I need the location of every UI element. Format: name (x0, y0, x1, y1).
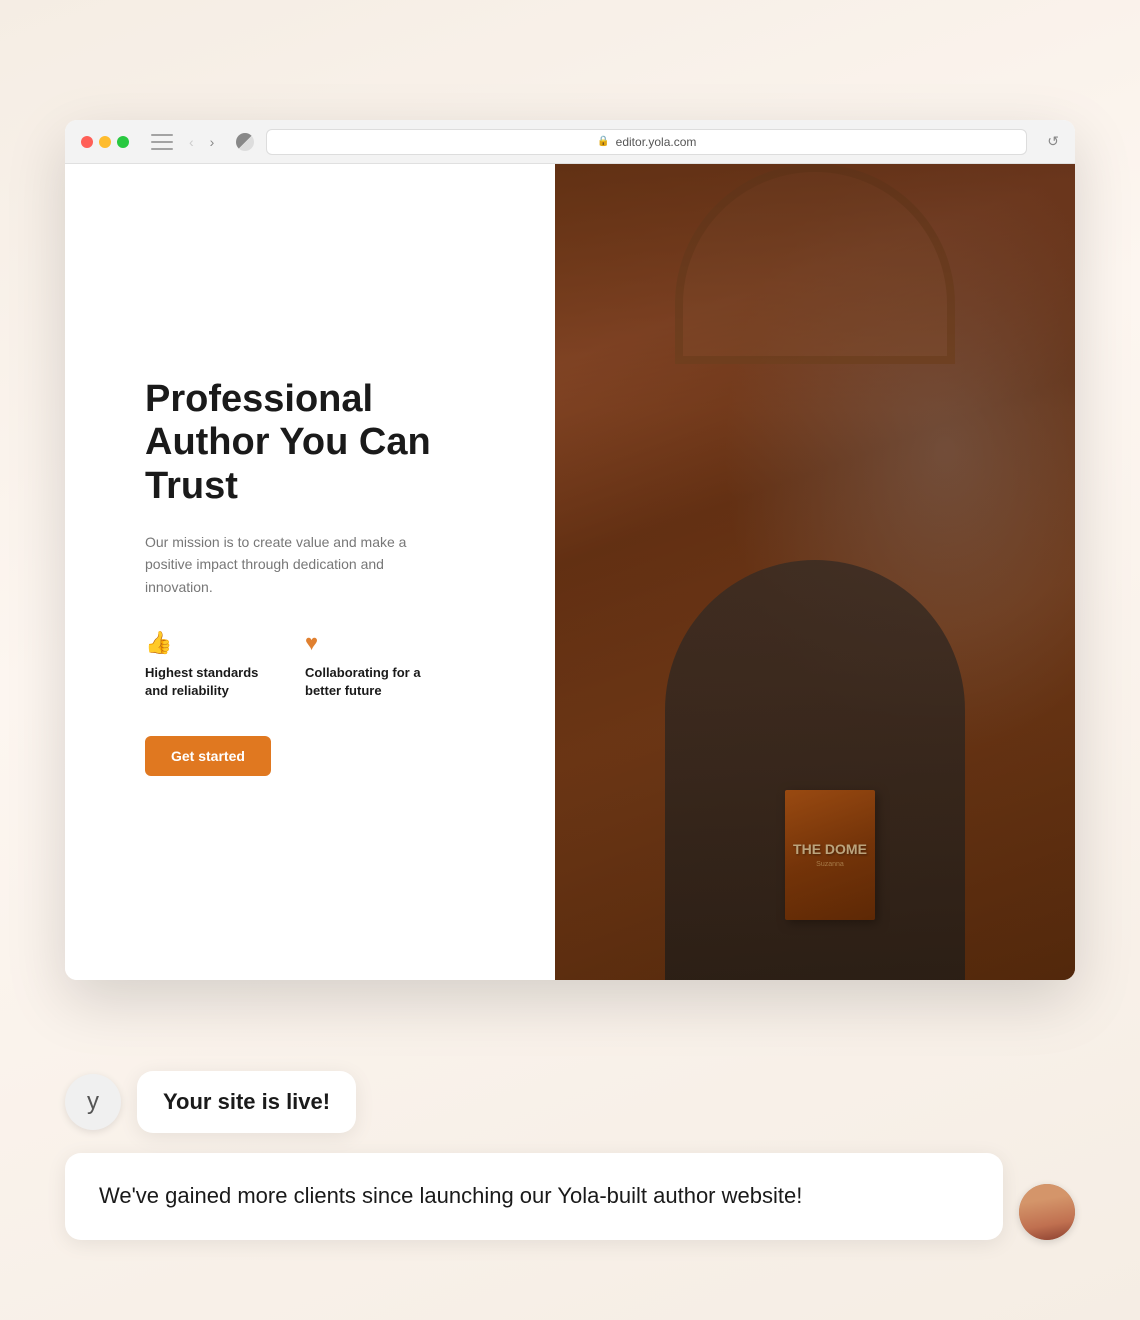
browser-content: Professional Author You Can Trust Our mi… (65, 164, 1075, 980)
testimonial-bubble: We've gained more clients since launchin… (65, 1153, 1003, 1240)
browser-window: ‹ › 🔒 editor.yola.com ↺ Professional Aut… (65, 120, 1075, 980)
left-panel: Professional Author You Can Trust Our mi… (65, 164, 555, 980)
chat-area: y Your site is live! We've gained more c… (65, 1071, 1075, 1240)
browser-toolbar: ‹ › 🔒 editor.yola.com ↺ (65, 120, 1075, 164)
feature-item-2: ♥ Collaborating for a better future (305, 630, 435, 700)
url-text: editor.yola.com (616, 135, 697, 149)
feature-2-label: Collaborating for a better future (305, 664, 435, 700)
user-avatar-face (1019, 1184, 1075, 1240)
thumbs-up-icon: 👍 (145, 630, 275, 656)
photo-scene: THE DOME Suzanna (555, 164, 1075, 980)
testimonial-row: We've gained more clients since launchin… (65, 1153, 1075, 1240)
right-panel: THE DOME Suzanna (555, 164, 1075, 980)
notification-bubble: Your site is live! (137, 1071, 356, 1133)
lock-icon: 🔒 (597, 136, 609, 147)
notification-row: y Your site is live! (65, 1071, 1075, 1133)
hero-title: Professional Author You Can Trust (145, 378, 505, 509)
address-bar[interactable]: 🔒 editor.yola.com (266, 129, 1027, 155)
browser-nav: ‹ › (185, 132, 218, 152)
user-avatar (1019, 1184, 1075, 1240)
notification-text: Your site is live! (163, 1089, 330, 1114)
yola-avatar: y (65, 1074, 121, 1130)
feature-1-label: Highest standards and reliability (145, 664, 275, 700)
brightness-icon (236, 133, 254, 151)
reload-icon[interactable]: ↺ (1047, 133, 1059, 150)
hero-subtitle: Our mission is to create value and make … (145, 531, 425, 598)
yola-letter: y (87, 1088, 99, 1116)
traffic-lights (81, 136, 129, 148)
testimonial-text: We've gained more clients since launchin… (99, 1183, 802, 1208)
get-started-button[interactable]: Get started (145, 736, 271, 776)
close-button[interactable] (81, 136, 93, 148)
heart-icon: ♥ (305, 630, 435, 656)
sidebar-toggle-icon[interactable] (151, 134, 173, 150)
maximize-button[interactable] (117, 136, 129, 148)
back-arrow[interactable]: ‹ (185, 132, 198, 152)
feature-item-1: 👍 Highest standards and reliability (145, 630, 275, 700)
photo-overlay (555, 164, 1075, 980)
minimize-button[interactable] (99, 136, 111, 148)
features-row: 👍 Highest standards and reliability ♥ Co… (145, 630, 505, 700)
forward-arrow[interactable]: › (206, 132, 219, 152)
